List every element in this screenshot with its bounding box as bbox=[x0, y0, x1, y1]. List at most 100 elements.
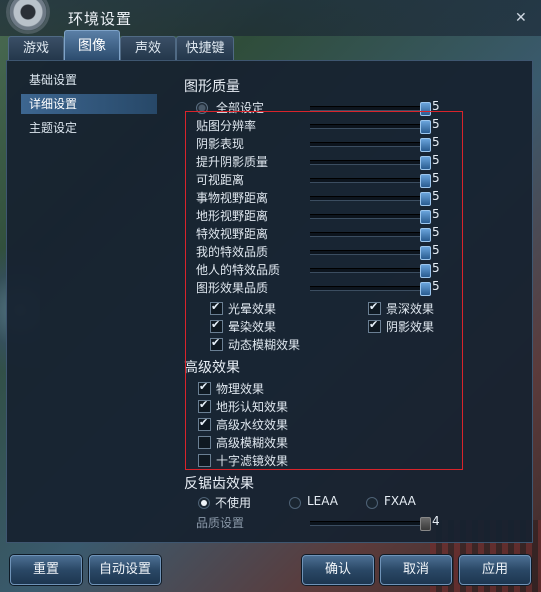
aa-option-none-radio[interactable] bbox=[198, 497, 210, 509]
slider-track[interactable] bbox=[310, 246, 431, 260]
slider-handle[interactable] bbox=[420, 120, 431, 134]
slider-handle[interactable] bbox=[420, 174, 431, 188]
slider-track[interactable] bbox=[310, 517, 431, 531]
slider-handle[interactable] bbox=[420, 102, 431, 116]
sidebar-item-theme[interactable]: 主题设定 bbox=[21, 118, 157, 138]
slider-value: 5 bbox=[432, 171, 440, 185]
aa-option-fxaa-radio[interactable] bbox=[366, 497, 378, 509]
apply-button[interactable]: 应用 bbox=[459, 555, 531, 585]
section-title-advanced: 高级效果 bbox=[184, 360, 240, 376]
advanced-effect-label: 物理效果 bbox=[216, 382, 265, 396]
slider-label: 贴图分辨率 bbox=[196, 119, 257, 133]
slider-handle[interactable] bbox=[420, 156, 431, 170]
section-title-antialias: 反锯齿效果 bbox=[184, 476, 254, 492]
slider-value: 5 bbox=[432, 99, 440, 113]
reset-button[interactable]: 重置 bbox=[10, 555, 82, 585]
tab-hotkeys[interactable]: 快捷键 bbox=[176, 36, 234, 61]
gear-icon bbox=[6, 0, 50, 34]
slider-track[interactable] bbox=[310, 102, 431, 116]
slider-value: 5 bbox=[432, 261, 440, 275]
advanced-effect-label: 高级模糊效果 bbox=[216, 436, 289, 450]
slider-label: 阴影表现 bbox=[196, 137, 245, 151]
slider-row: 他人的特效品质 5 bbox=[182, 261, 462, 278]
advanced-effect-checkbox[interactable] bbox=[198, 454, 211, 467]
slider-track[interactable] bbox=[310, 210, 431, 224]
slider-row: 阴影表现 5 bbox=[182, 135, 462, 152]
slider-label: 特效视野距离 bbox=[196, 227, 269, 241]
slider-track[interactable] bbox=[310, 264, 431, 278]
slider-value: 5 bbox=[432, 243, 440, 257]
slider-handle[interactable] bbox=[420, 210, 431, 224]
advanced-effect-label: 十字滤镜效果 bbox=[216, 454, 289, 468]
slider-handle[interactable] bbox=[420, 282, 431, 296]
slider-row: 地形视野距离 5 bbox=[182, 207, 462, 224]
slider-label: 全部设定 bbox=[216, 101, 265, 115]
aa-option-fxaa-label: FXAA bbox=[384, 494, 416, 508]
slider-handle[interactable] bbox=[420, 228, 431, 242]
window-title: 环境设置 bbox=[68, 10, 133, 28]
slider-value: 5 bbox=[432, 153, 440, 167]
slider-handle[interactable] bbox=[420, 138, 431, 152]
slider-label: 地形视野距离 bbox=[196, 209, 269, 223]
advanced-effect-checkbox[interactable] bbox=[198, 398, 211, 413]
tab-sound[interactable]: 声效 bbox=[120, 36, 176, 61]
slider-label: 可视距离 bbox=[196, 173, 245, 187]
slider-track[interactable] bbox=[310, 282, 431, 296]
slider-label: 他人的特效品质 bbox=[196, 263, 281, 277]
slider-label: 我的特效品质 bbox=[196, 245, 269, 259]
advanced-effect-checkbox[interactable] bbox=[198, 436, 211, 449]
slider-value: 5 bbox=[432, 135, 440, 149]
slider-row: 特效视野距离 5 bbox=[182, 225, 462, 242]
effect-checkbox[interactable] bbox=[210, 300, 223, 315]
tab-game[interactable]: 游戏 bbox=[8, 36, 64, 61]
slider-handle[interactable] bbox=[420, 246, 431, 260]
slider-track[interactable] bbox=[310, 120, 431, 134]
slider-row: 事物视野距离 5 bbox=[182, 189, 462, 206]
slider-value: 4 bbox=[432, 514, 440, 528]
sidebar-item-basic[interactable]: 基础设置 bbox=[21, 70, 157, 90]
close-icon[interactable]: ✕ bbox=[515, 10, 527, 26]
slider-handle[interactable] bbox=[420, 192, 431, 206]
effect-checkbox[interactable] bbox=[368, 318, 381, 333]
slider-track[interactable] bbox=[310, 174, 431, 188]
slider-handle[interactable] bbox=[420, 517, 431, 531]
slider-value: 5 bbox=[432, 189, 440, 203]
advanced-effect-label: 地形认知效果 bbox=[216, 400, 289, 414]
slider-handle[interactable] bbox=[420, 264, 431, 278]
effect-checkbox[interactable] bbox=[210, 336, 223, 351]
slider-row-aa-quality: 品质设置 4 bbox=[182, 514, 462, 531]
aa-option-leaa-label: LEAA bbox=[307, 494, 339, 508]
all-setting-toggle[interactable] bbox=[196, 102, 208, 114]
slider-track[interactable] bbox=[310, 192, 431, 206]
confirm-button[interactable]: 确认 bbox=[302, 555, 374, 585]
advanced-effect-checkbox[interactable] bbox=[198, 416, 211, 431]
sidebar-item-detail[interactable]: 详细设置 bbox=[21, 94, 157, 114]
effect-label: 动态模糊效果 bbox=[228, 338, 301, 352]
slider-row: 我的特效品质 5 bbox=[182, 243, 462, 260]
slider-value: 5 bbox=[432, 225, 440, 239]
effect-label: 晕染效果 bbox=[228, 320, 277, 334]
effect-label: 阴影效果 bbox=[386, 320, 435, 334]
effect-checkbox[interactable] bbox=[210, 318, 223, 333]
slider-track[interactable] bbox=[310, 138, 431, 152]
aa-option-leaa-radio[interactable] bbox=[289, 497, 301, 509]
sidebar: 基础设置 详细设置 主题设定 bbox=[21, 70, 157, 142]
aa-option-none-label: 不使用 bbox=[215, 496, 252, 510]
slider-value: 5 bbox=[432, 279, 440, 293]
slider-row-all: 全部设定 5 bbox=[182, 99, 462, 116]
tab-graphics[interactable]: 图像 bbox=[64, 30, 120, 61]
slider-value: 5 bbox=[432, 207, 440, 221]
effect-checkbox[interactable] bbox=[368, 300, 381, 315]
slider-track[interactable] bbox=[310, 156, 431, 170]
slider-row: 图形效果品质 5 bbox=[182, 279, 462, 296]
slider-label: 事物视野距离 bbox=[196, 191, 269, 205]
slider-row: 贴图分辨率 5 bbox=[182, 117, 462, 134]
advanced-effect-checkbox[interactable] bbox=[198, 380, 211, 395]
slider-track[interactable] bbox=[310, 228, 431, 242]
effect-label: 光晕效果 bbox=[228, 302, 277, 316]
effect-label: 景深效果 bbox=[386, 302, 435, 316]
slider-row: 可视距离 5 bbox=[182, 171, 462, 188]
cancel-button[interactable]: 取消 bbox=[380, 555, 452, 585]
slider-label: 图形效果品质 bbox=[196, 281, 269, 295]
auto-settings-button[interactable]: 自动设置 bbox=[89, 555, 161, 585]
